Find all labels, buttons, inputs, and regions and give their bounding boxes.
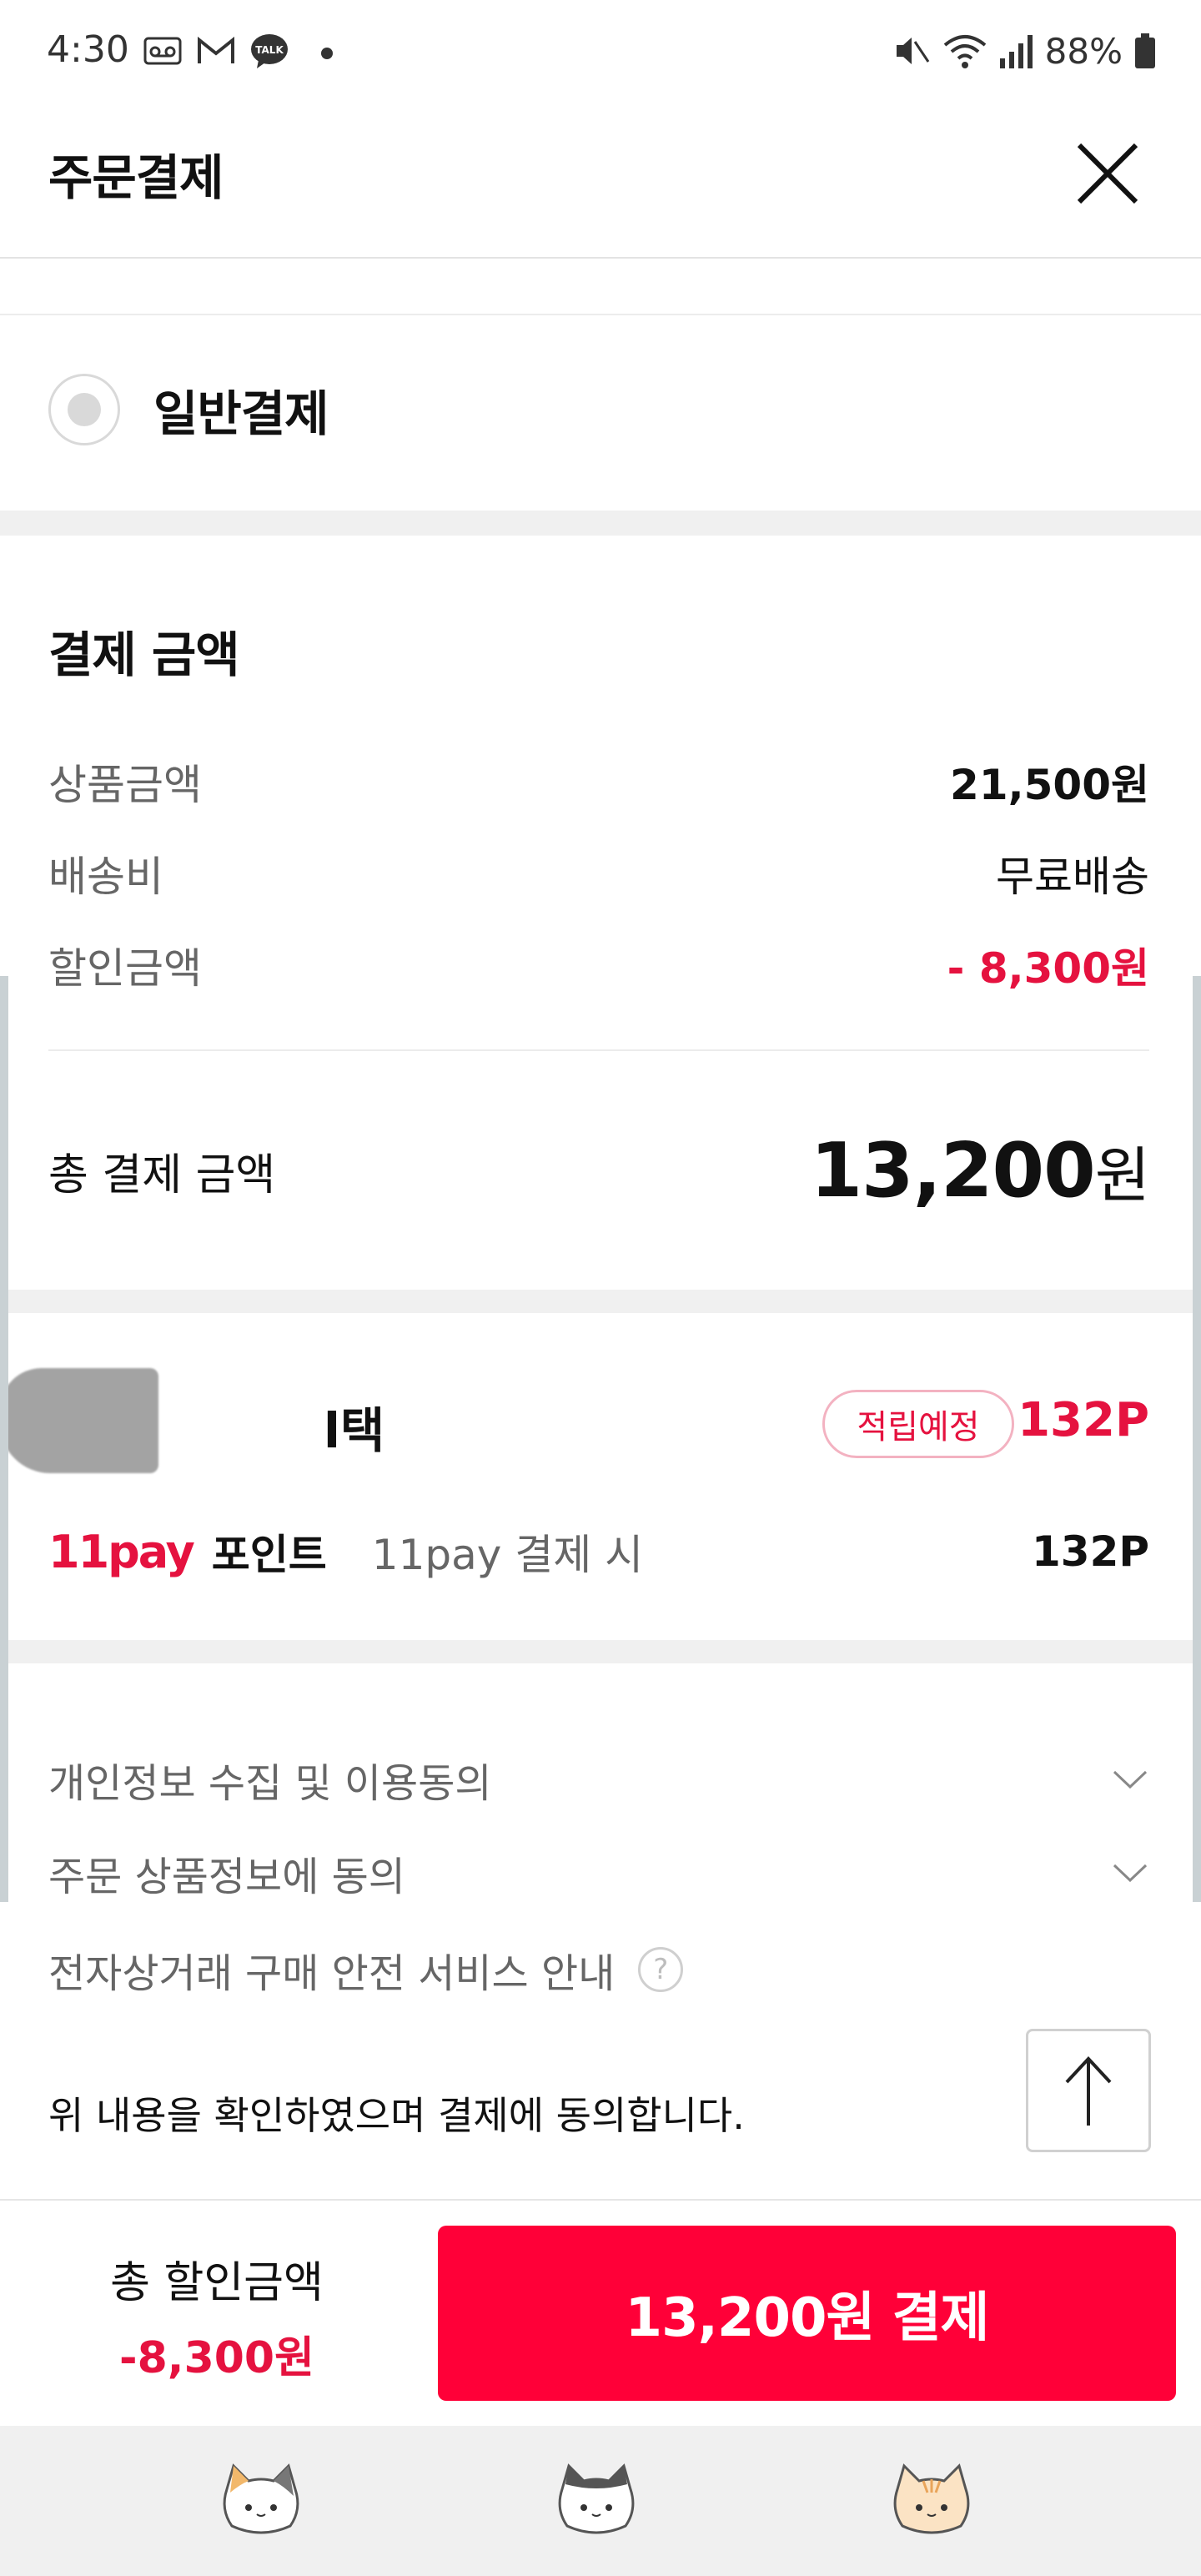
divider [48,1049,1149,1051]
privacy-agreement-text: 개인정보 수집 및 이용동의 [48,1760,492,1807]
product-amount-value: 21,500원 [950,761,1149,809]
nav-bar [0,2426,1201,2576]
benefit-title: l택 [324,1402,385,1459]
radio-button[interactable] [48,374,120,445]
battery-icon [1135,33,1155,68]
pay-point-note: 11pay 결제 시 [371,1531,644,1579]
black-white-cat-icon[interactable] [550,2459,642,2543]
arrow-up-icon [1065,2056,1112,2126]
bottom-bar: 총 할인금액 -8,300원 13,200원 결제 [0,2199,1201,2426]
voicemail-icon [143,37,182,65]
battery-percent: 88% [1044,30,1123,72]
kakaotalk-icon: TALK [251,34,288,68]
mute-icon [896,38,929,64]
benefit-points: 132P [1018,1393,1149,1447]
total-discount-label: 총 할인금액 [110,2258,324,2308]
shipping-label: 배송비 [48,853,163,901]
product-info-agreement-text: 주문 상품정보에 동의 [48,1854,405,1900]
radio-dot [68,393,101,426]
scroll-indicator [1193,976,1201,1902]
notification-dot-icon [321,48,333,59]
discount-label: 할인금액 [48,944,202,993]
section-separator [0,1640,1201,1663]
svg-text:TALK: TALK [255,44,284,56]
chevron-down-icon[interactable] [1111,1854,1149,1892]
total-amount-unit: 원 [1094,1140,1150,1210]
wifi-icon [943,35,986,68]
total-amount-label: 총 결제 금액 [48,1150,276,1200]
close-icon[interactable] [1068,133,1148,214]
shipping-row: 배송비 무료배송 [48,844,1149,903]
section-separator [0,511,1201,536]
redacted-area [0,1368,158,1473]
privacy-agreement-row[interactable]: 개인정보 수집 및 이용동의 [48,1750,1149,1809]
total-amount-row: 총 결제 금액 13,200원 [48,1124,1150,1216]
shipping-value: 무료배송 [996,853,1149,901]
payment-method-label: 일반결제 [153,385,329,442]
confirm-text: 위 내용을 확인하였으며 결제에 동의합니다. [48,2093,745,2138]
pay-point-label: 포인트 [211,1531,327,1579]
total-amount-value: 13,200원 [810,1126,1150,1215]
calico-cat-icon[interactable] [215,2459,307,2543]
orange-cat-icon[interactable] [886,2459,977,2543]
status-icons-right: 88% [890,30,1158,72]
status-time: 4:30 [47,28,129,71]
pay-button[interactable]: 13,200원 결제 [438,2226,1176,2401]
product-amount-label: 상품금액 [48,761,202,809]
scroll-indicator [0,976,8,1902]
payment-amount-title: 결제 금액 [48,626,240,683]
page-title: 주문결제 [48,149,224,206]
gmail-icon [198,36,234,63]
product-amount-row: 상품금액 21,500원 [48,752,1149,811]
safety-service-row: 전자상거래 구매 안전 서비스 안내 ? [48,1940,1149,1999]
payment-method-general[interactable]: 일반결제 [48,374,329,445]
divider [0,314,1201,315]
status-bar: 4:30 TALK 88% [0,0,1201,100]
help-icon[interactable]: ? [638,1947,684,1992]
scroll-to-top-button[interactable] [1026,2029,1151,2152]
status-icons-left: TALK [142,30,344,72]
total-amount-number: 13,200 [810,1127,1095,1215]
safety-service-text: 전자상거래 구매 안전 서비스 안내 [48,1950,616,1997]
header: 주문결제 [0,100,1201,259]
pay-point-row: 11pay 포인트 11pay 결제 시 132P [48,1518,1149,1585]
total-discount-value: -8,300원 [119,2333,314,2383]
product-info-agreement-row[interactable]: 주문 상품정보에 동의 [48,1844,1149,1902]
accrue-badge: 적립예정 [822,1390,1014,1458]
pay-point-value: 132P [1031,1527,1149,1576]
11pay-logo: 11pay [48,1525,195,1578]
signal-icon [999,35,1033,68]
chevron-down-icon[interactable] [1111,1760,1149,1799]
discount-value: - 8,300원 [947,944,1149,993]
discount-row: 할인금액 - 8,300원 [48,936,1149,994]
section-separator [0,1290,1201,1313]
